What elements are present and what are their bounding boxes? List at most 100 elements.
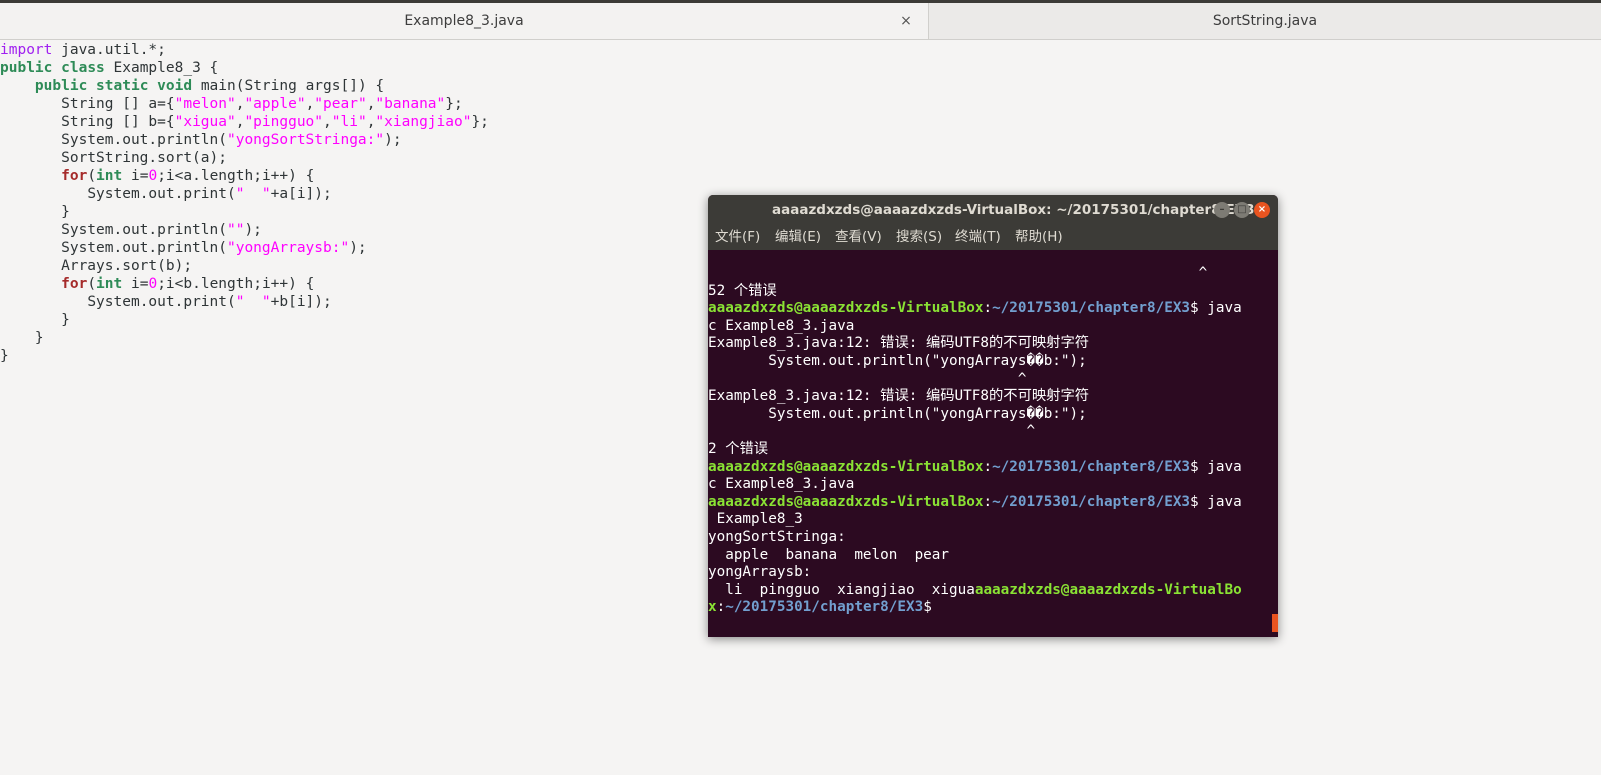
terminal-token: ^	[708, 423, 1036, 440]
terminal-line: 52 个错误	[708, 282, 777, 300]
terminal-token: System.out.println("yongArrays��b:");	[708, 353, 1087, 369]
code-line: SortString.sort(a);	[0, 149, 227, 167]
terminal-line: aaaazdxzds@aaaazdxzds-VirtualBox:~/20175…	[708, 299, 1242, 317]
code-line: String [] a={"melon","apple","pear","ban…	[0, 95, 463, 113]
terminal-token: c Example8_3.java	[708, 317, 855, 334]
code-token: System.out.print(	[87, 294, 236, 310]
code-token: "melon"	[174, 96, 236, 112]
code-token: +a[i]);	[270, 186, 332, 202]
code-token: " "	[235, 186, 271, 202]
code-token: "xiangjiao"	[375, 114, 472, 130]
terminal-token: aaaazdxzds@aaaazdxzds-VirtualBox	[708, 493, 984, 510]
code-token: "xigua"	[174, 114, 236, 130]
terminal-token: yongArraysb:	[708, 564, 812, 581]
terminal-line: yongArraysb:	[708, 563, 811, 581]
terminal-token: 52 个错误	[708, 282, 777, 299]
code-line: }	[0, 347, 9, 365]
code-token: );	[349, 240, 367, 256]
terminal-line: li pingguo xiangjiao xiguaaaaazdxzds@aaa…	[708, 581, 1242, 599]
menu-terminal[interactable]: 终端(T)	[955, 225, 1001, 250]
tab-example8-3[interactable]: Example8_3.java ×	[0, 3, 929, 39]
code-line: System.out.print(" "+b[i]);	[0, 293, 332, 311]
terminal-token: Example8_3	[708, 511, 803, 528]
code-token: ,	[305, 96, 315, 112]
terminal-token: aaaazdxzds@aaaazdxzds-VirtualBox	[708, 300, 984, 317]
code-token: "apple"	[244, 96, 306, 112]
code-token: static	[96, 78, 149, 94]
terminal-token: apple banana melon pear	[708, 546, 950, 563]
code-line: System.out.println("yongArraysb:");	[0, 239, 367, 257]
menu-edit[interactable]: 编辑(E)	[775, 225, 821, 250]
terminal-line: 2 个错误	[708, 440, 768, 458]
terminal-token: ~/20175301/chapter8/EX3	[992, 493, 1191, 510]
terminal-line: apple banana melon pear	[708, 546, 949, 564]
code-token: i=	[122, 276, 149, 292]
menu-file[interactable]: 文件(F)	[715, 225, 760, 250]
editor-tab-bar: Example8_3.java × SortString.java	[0, 3, 1601, 40]
code-token: ,	[323, 114, 332, 130]
maximize-icon[interactable]: □	[1234, 202, 1250, 218]
terminal-line: Example8_3.java:12: 错误: 编码UTF8的不可映射字符	[708, 387, 1089, 405]
code-line: }	[0, 311, 70, 329]
terminal-line: Example8_3.java:12: 错误: 编码UTF8的不可映射字符	[708, 334, 1089, 352]
terminal-menu-bar: 文件(F) 编辑(E) 查看(V) 搜索(S) 终端(T) 帮助(H)	[708, 225, 1278, 250]
close-icon[interactable]: ×	[1254, 202, 1270, 218]
terminal-output[interactable]: ^ 52 个错误 aaaazdxzds@aaaazdxzds-VirtualBox:…	[708, 250, 1278, 637]
code-token: };	[445, 96, 463, 112]
code-line: Arrays.sort(b);	[0, 257, 192, 275]
terminal-token: c Example8_3.java	[708, 476, 855, 493]
terminal-window[interactable]: aaaazdxzds@aaaazdxzds-VirtualBox: ~/2017…	[708, 195, 1278, 637]
terminal-token: 2 个错误	[708, 441, 769, 457]
code-token: "banana"	[375, 96, 446, 112]
menu-search[interactable]: 搜索(S)	[896, 225, 942, 250]
terminal-line: aaaazdxzds@aaaazdxzds-VirtualBox:~/20175…	[708, 493, 1242, 511]
close-icon[interactable]: ×	[898, 3, 914, 39]
terminal-title-bar[interactable]: aaaazdxzds@aaaazdxzds-VirtualBox: ~/2017…	[708, 195, 1278, 225]
terminal-line: aaaazdxzds@aaaazdxzds-VirtualBox:~/20175…	[708, 458, 1242, 476]
terminal-token: aaaazdxzds@aaaazdxzds-VirtualBox	[708, 458, 984, 475]
terminal-token: aaaazdxzds@aaaazdxzds-VirtualBo	[974, 581, 1242, 598]
code-token: int	[96, 276, 123, 292]
code-token: }	[61, 204, 70, 220]
code-token: System.out.print(	[87, 186, 236, 202]
code-token: };	[471, 114, 489, 130]
code-line: for(int i=0;i<a.length;i++) {	[0, 167, 314, 185]
code-token: (	[87, 168, 97, 184]
menu-view[interactable]: 查看(V)	[835, 225, 882, 250]
code-line: String [] b={"xigua","pingguo","li","xia…	[0, 113, 489, 131]
terminal-token: ^	[708, 370, 1027, 387]
code-token: java.util.*;	[52, 42, 166, 58]
terminal-token: System.out.println("yongArrays��b:");	[708, 405, 1087, 422]
terminal-token: x	[708, 599, 717, 616]
code-token: "pingguo"	[244, 114, 324, 130]
terminal-line: ^	[708, 422, 1035, 440]
code-token: (	[87, 276, 97, 292]
code-token: +b[i]);	[270, 294, 332, 310]
terminal-token: $ java	[1190, 300, 1242, 317]
code-line: System.out.println("");	[0, 221, 262, 239]
terminal-line: System.out.println("yongArrays��b:");	[708, 352, 1087, 370]
code-token: i=	[122, 168, 149, 184]
minimize-icon[interactable]: –	[1214, 202, 1230, 218]
terminal-token: :	[716, 599, 726, 616]
terminal-token: :	[983, 493, 993, 510]
terminal-token: li pingguo xiangjiao xigua	[708, 581, 975, 598]
code-token: int	[96, 168, 123, 184]
terminal-line: x:~/20175301/chapter8/EX3$	[708, 598, 932, 616]
terminal-line: Example8_3	[708, 510, 803, 528]
code-line: for(int i=0;i<b.length;i++) {	[0, 275, 314, 293]
menu-help[interactable]: 帮助(H)	[1015, 225, 1063, 250]
code-token: public	[0, 60, 53, 76]
code-token: System.out.println(	[61, 132, 227, 148]
tab-sortstring[interactable]: SortString.java	[929, 3, 1601, 39]
code-token: String [] b={	[61, 114, 175, 130]
